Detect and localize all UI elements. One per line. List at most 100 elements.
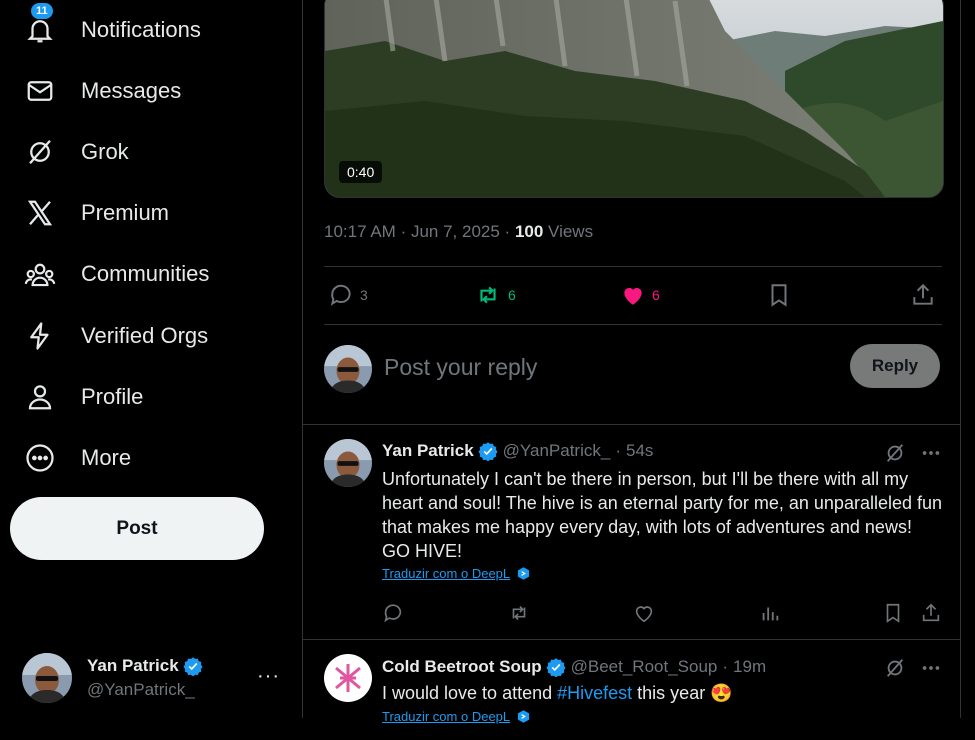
lightning-icon (22, 318, 58, 354)
person-icon (22, 379, 58, 415)
post-button[interactable]: Post (10, 497, 264, 560)
author-handle[interactable]: @Beet_Root_Soup (571, 657, 718, 677)
video-player[interactable]: 0:40 (324, 0, 944, 198)
nav-notifications[interactable]: 11 Notifications (22, 2, 201, 52)
translate-link[interactable]: Traduzir com o DeepL (382, 709, 531, 724)
deepl-icon (516, 709, 531, 724)
tweet-time[interactable]: 19m (733, 657, 766, 677)
communities-icon (22, 256, 58, 292)
tweet-text: I would love to attend #Hivefest this ye… (382, 681, 942, 705)
grok-icon[interactable] (884, 442, 906, 464)
meta-separator: · (504, 222, 515, 241)
repost-icon (474, 282, 502, 308)
main-column: 0:40 10:17 AM · Jun 7, 2025 · 100 Views … (302, 0, 961, 724)
heart-icon (620, 282, 646, 308)
more-circle-icon (22, 440, 58, 476)
deepl-icon (516, 566, 531, 581)
share-icon (910, 282, 936, 308)
reply-tweet[interactable]: Cold Beetroot Soup @Beet_Root_Soup · 19m… (303, 640, 960, 740)
account-more-button[interactable]: ··· (257, 665, 280, 688)
nav-verified-orgs[interactable]: Verified Orgs (22, 314, 208, 358)
video-thumbnail (325, 0, 943, 197)
account-name-text: Yan Patrick (87, 656, 179, 675)
author-handle[interactable]: @YanPatrick_ (503, 441, 611, 461)
nav-label: Premium (81, 200, 170, 225)
nav-label: Verified Orgs (81, 323, 209, 348)
verified-badge-icon (478, 441, 498, 461)
repost-count: 6 (508, 287, 516, 303)
analytics-icon (762, 607, 779, 621)
repost-action[interactable] (507, 602, 531, 624)
nav-more[interactable]: More (22, 436, 131, 480)
nav-label: Communities (81, 261, 210, 286)
reply-action[interactable] (382, 602, 404, 624)
envelope-icon (22, 73, 58, 109)
tweet-text: Unfortunately I can't be there in person… (382, 469, 943, 561)
nav-label: More (81, 445, 132, 470)
heart-eyes-emoji: 😍 (710, 683, 733, 703)
translate-label[interactable]: Traduzir com o DeepL (382, 709, 510, 724)
bookmark-action[interactable] (766, 282, 792, 308)
reply-composer: Post your reply Reply (303, 324, 960, 425)
nav-grok[interactable]: Grok (22, 130, 129, 174)
tweet-text-part: I would love to attend (382, 683, 558, 703)
x-logo-icon (22, 195, 58, 231)
nav-premium[interactable]: Premium (22, 191, 169, 235)
share-action[interactable] (920, 602, 942, 624)
repost-action[interactable]: 6 (474, 282, 516, 308)
verified-badge-icon (546, 657, 566, 677)
notification-badge: 11 (30, 2, 54, 20)
sidebar: 11 Notifications Messages Grok Premium C… (0, 0, 302, 718)
hashtag-link[interactable]: #Hivefest (557, 683, 632, 703)
nav-profile[interactable]: Profile (22, 375, 143, 419)
video-duration: 0:40 (339, 161, 383, 183)
repost-icon (512, 605, 526, 621)
more-options-icon[interactable] (920, 442, 942, 464)
account-switcher[interactable]: Yan Patrick @YanPatrick_ ··· (22, 651, 288, 705)
nav-label: Profile (81, 384, 144, 409)
reply-input[interactable]: Post your reply (384, 354, 537, 381)
scrollbar-track[interactable] (961, 0, 975, 718)
reply-action-bar (382, 602, 942, 626)
bell-icon: 11 (22, 2, 58, 48)
translate-label[interactable]: Traduzir com o DeepL (382, 566, 510, 581)
account-info: Yan Patrick @YanPatrick_ (87, 656, 203, 700)
translate-link[interactable]: Traduzir com o DeepL (382, 566, 531, 581)
account-handle: @YanPatrick_ (87, 680, 195, 699)
nav-label: Grok (81, 139, 129, 164)
author-name[interactable]: Cold Beetroot Soup (382, 657, 542, 677)
tweet-text-part: this year (632, 683, 711, 703)
more-options-icon[interactable] (920, 657, 942, 679)
meta-separator: · (400, 222, 411, 241)
tweet-date[interactable]: Jun 7, 2025 (411, 222, 500, 241)
heart-icon (635, 606, 653, 623)
reply-count: 3 (360, 287, 368, 303)
verified-badge-icon (183, 656, 203, 676)
bookmark-action[interactable] (882, 602, 904, 624)
share-action[interactable] (910, 282, 936, 308)
grok-icon (22, 134, 58, 170)
avatar[interactable] (324, 439, 372, 487)
nav-label: Messages (81, 78, 182, 103)
tweet-time[interactable]: 54s (626, 441, 653, 461)
like-action[interactable] (633, 602, 655, 624)
meta-separator: · (722, 657, 729, 676)
reply-tweet[interactable]: Yan Patrick @YanPatrick_ · 54s Unfortuna… (303, 425, 960, 640)
reply-icon (328, 282, 354, 308)
bookmark-icon (766, 282, 792, 308)
views-action[interactable] (759, 602, 781, 624)
tweet-tools (884, 657, 942, 679)
grok-icon[interactable] (884, 657, 906, 679)
nav-label: Notifications (81, 17, 201, 42)
author-name[interactable]: Yan Patrick (382, 441, 474, 461)
avatar[interactable] (324, 654, 372, 702)
nav-messages[interactable]: Messages (22, 69, 181, 113)
reply-button[interactable]: Reply (850, 344, 940, 388)
share-icon (922, 603, 940, 622)
tweet-time[interactable]: 10:17 AM (324, 222, 396, 241)
reply-icon (384, 604, 402, 623)
tweet-action-bar: 3 6 6 (324, 266, 942, 325)
nav-communities[interactable]: Communities (22, 252, 209, 296)
reply-action[interactable]: 3 (328, 282, 368, 308)
like-action[interactable]: 6 (620, 282, 660, 308)
